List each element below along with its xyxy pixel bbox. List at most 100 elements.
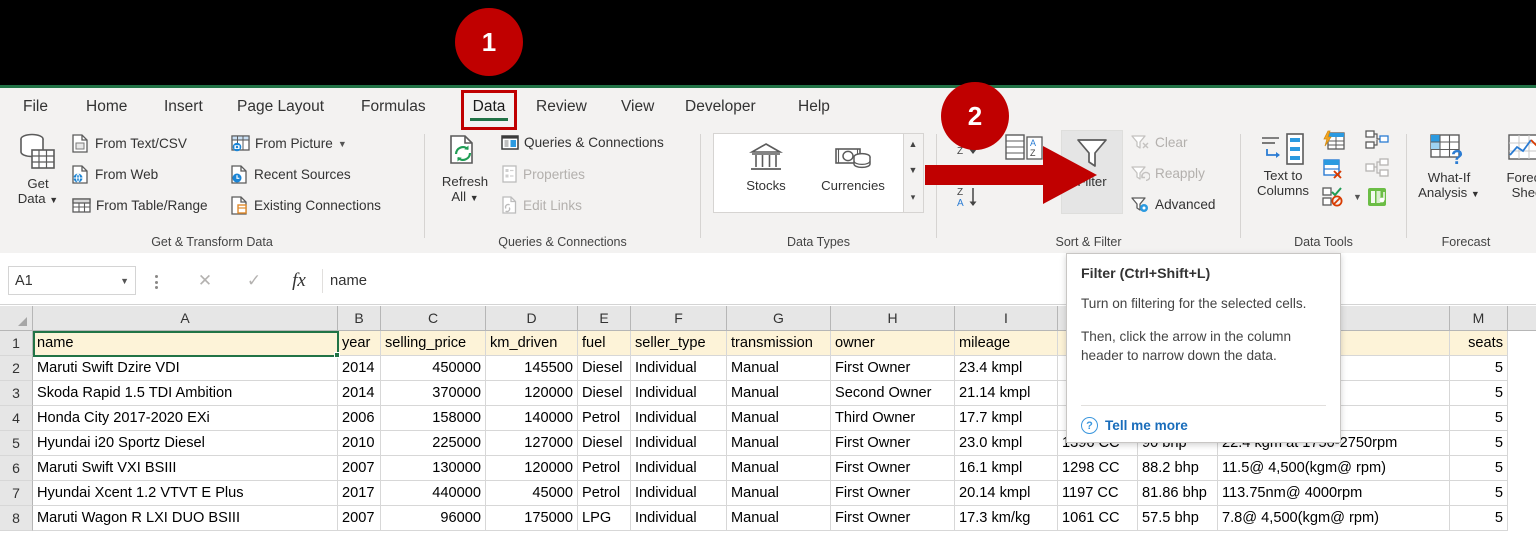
cell-c5[interactable]: 225000	[381, 431, 486, 456]
cell-h2[interactable]: First Owner	[831, 356, 955, 381]
sort-descending-button[interactable]: Z A	[955, 184, 981, 210]
column-header-d[interactable]: D	[486, 306, 578, 331]
tab-data[interactable]: Data	[461, 88, 517, 126]
data-types-gallery-scrollbar[interactable]: ▲ ▼ ▾	[904, 133, 924, 213]
existing-connections-button[interactable]: Existing Connections	[231, 196, 381, 215]
column-header-f[interactable]: F	[631, 306, 727, 331]
row-header-3[interactable]: 3	[0, 381, 33, 406]
cell-c4[interactable]: 158000	[381, 406, 486, 431]
cell-m7[interactable]: 5	[1450, 481, 1508, 506]
cell-h5[interactable]: First Owner	[831, 431, 955, 456]
cell-a6[interactable]: Maruti Swift VXI BSIII	[33, 456, 338, 481]
cell-a3[interactable]: Skoda Rapid 1.5 TDI Ambition	[33, 381, 338, 406]
cell-b3[interactable]: 2014	[338, 381, 381, 406]
cell-f4[interactable]: Individual	[631, 406, 727, 431]
gallery-expand-icon[interactable]: ▾	[904, 190, 922, 205]
sort-button[interactable]: A Z Sort	[993, 132, 1055, 185]
tell-me-more-link[interactable]: ? Tell me more	[1081, 417, 1188, 434]
cell-i6[interactable]: 16.1 kmpl	[955, 456, 1058, 481]
column-header-n[interactable]	[1508, 306, 1536, 331]
cell-h4[interactable]: Third Owner	[831, 406, 955, 431]
cell-c2[interactable]: 450000	[381, 356, 486, 381]
from-picture-button[interactable]: From Picture ▼	[231, 134, 347, 153]
cell-b2[interactable]: 2014	[338, 356, 381, 381]
cell-f7[interactable]: Individual	[631, 481, 727, 506]
row-header-2[interactable]: 2	[0, 356, 33, 381]
row-header-6[interactable]: 6	[0, 456, 33, 481]
cell-g6[interactable]: Manual	[727, 456, 831, 481]
cell-l7[interactable]: 113.75nm@ 4000rpm	[1218, 481, 1450, 506]
cell-m5[interactable]: 5	[1450, 431, 1508, 456]
column-header-c[interactable]: C	[381, 306, 486, 331]
forecast-sheet-button[interactable]: Foreca Shee	[1491, 132, 1536, 200]
cell-g2[interactable]: Manual	[727, 356, 831, 381]
from-table-range-button[interactable]: From Table/Range	[72, 196, 208, 215]
cell-f3[interactable]: Individual	[631, 381, 727, 406]
cell-m2[interactable]: 5	[1450, 356, 1508, 381]
cell-g8[interactable]: Manual	[727, 506, 831, 531]
formula-input[interactable]	[326, 267, 1526, 295]
name-box-chevron-down-icon[interactable]: ▼	[120, 276, 129, 286]
column-header-b[interactable]: B	[338, 306, 381, 331]
select-all-corner[interactable]	[0, 306, 33, 331]
currencies-button[interactable]: Currencies	[810, 140, 896, 193]
cancel-entry-button[interactable]: ✕	[186, 267, 224, 295]
tab-view[interactable]: View	[612, 88, 663, 126]
cell-g5[interactable]: Manual	[727, 431, 831, 456]
column-header-m[interactable]: M	[1450, 306, 1508, 331]
cell-d5[interactable]: 127000	[486, 431, 578, 456]
cell-f1[interactable]: seller_type	[631, 331, 727, 356]
cell-c1[interactable]: selling_price	[381, 331, 486, 356]
cell-j8[interactable]: 1061 CC	[1058, 506, 1138, 531]
cell-b7[interactable]: 2017	[338, 481, 381, 506]
cell-k8[interactable]: 57.5 bhp	[1138, 506, 1218, 531]
cell-c8[interactable]: 96000	[381, 506, 486, 531]
cell-g3[interactable]: Manual	[727, 381, 831, 406]
cell-d3[interactable]: 120000	[486, 381, 578, 406]
cell-h8[interactable]: First Owner	[831, 506, 955, 531]
filter-button[interactable]: Filter	[1061, 134, 1123, 189]
cell-c7[interactable]: 440000	[381, 481, 486, 506]
cell-g1[interactable]: transmission	[727, 331, 831, 356]
cell-b5[interactable]: 2010	[338, 431, 381, 456]
cell-i8[interactable]: 17.3 km/kg	[955, 506, 1058, 531]
cell-d6[interactable]: 120000	[486, 456, 578, 481]
cell-e6[interactable]: Petrol	[578, 456, 631, 481]
gallery-scroll-down-icon[interactable]: ▼	[904, 162, 922, 177]
tab-insert[interactable]: Insert	[155, 88, 212, 126]
cell-i7[interactable]: 20.14 kmpl	[955, 481, 1058, 506]
text-to-columns-button[interactable]: Text to Columns	[1247, 132, 1319, 198]
tab-file[interactable]: File	[14, 88, 57, 126]
cell-f5[interactable]: Individual	[631, 431, 727, 456]
cell-j7[interactable]: 1197 CC	[1058, 481, 1138, 506]
tab-review[interactable]: Review	[527, 88, 596, 126]
consolidate-button[interactable]	[1365, 130, 1389, 150]
from-web-button[interactable]: From Web	[72, 165, 158, 184]
cell-i3[interactable]: 21.14 kmpl	[955, 381, 1058, 406]
cell-e2[interactable]: Diesel	[578, 356, 631, 381]
queries-connections-button[interactable]: Queries & Connections	[501, 134, 664, 151]
cell-f2[interactable]: Individual	[631, 356, 727, 381]
column-header-h[interactable]: H	[831, 306, 955, 331]
cell-k6[interactable]: 88.2 bhp	[1138, 456, 1218, 481]
cell-m4[interactable]: 5	[1450, 406, 1508, 431]
tab-page-layout[interactable]: Page Layout	[228, 88, 333, 126]
cell-c6[interactable]: 130000	[381, 456, 486, 481]
refresh-all-button[interactable]: Refresh All ▼	[433, 132, 497, 206]
cell-i4[interactable]: 17.7 kmpl	[955, 406, 1058, 431]
cell-f6[interactable]: Individual	[631, 456, 727, 481]
cell-a8[interactable]: Maruti Wagon R LXI DUO BSIII	[33, 506, 338, 531]
cell-g7[interactable]: Manual	[727, 481, 831, 506]
cell-m3[interactable]: 5	[1450, 381, 1508, 406]
cell-d1[interactable]: km_driven	[486, 331, 578, 356]
cell-f8[interactable]: Individual	[631, 506, 727, 531]
cell-i5[interactable]: 23.0 kmpl	[955, 431, 1058, 456]
cell-e3[interactable]: Diesel	[578, 381, 631, 406]
cell-a2[interactable]: Maruti Swift Dzire VDI	[33, 356, 338, 381]
get-data-button[interactable]: Get Data ▼	[8, 132, 68, 208]
cell-h3[interactable]: Second Owner	[831, 381, 955, 406]
cell-e4[interactable]: Petrol	[578, 406, 631, 431]
cell-e8[interactable]: LPG	[578, 506, 631, 531]
cell-b8[interactable]: 2007	[338, 506, 381, 531]
row-header-1[interactable]: 1	[0, 331, 33, 356]
